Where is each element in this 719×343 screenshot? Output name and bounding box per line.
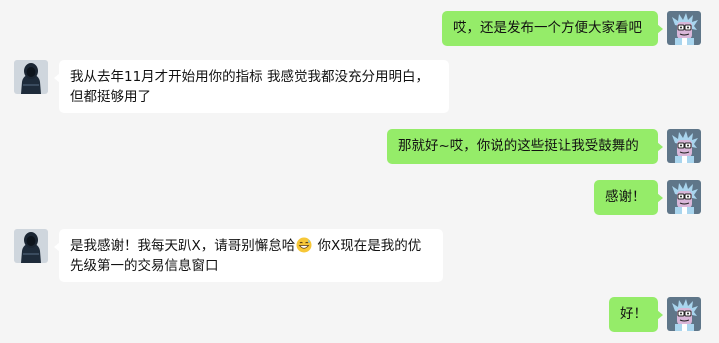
message-bubble-outgoing[interactable]: 好！ <box>609 297 663 332</box>
rick-cartoon-avatar-icon <box>667 11 701 45</box>
rick-cartoon-avatar-icon <box>667 297 701 331</box>
contact-avatar[interactable] <box>14 229 48 263</box>
hooded-figure-avatar-icon <box>14 60 48 94</box>
contact-avatar[interactable] <box>14 60 48 94</box>
message-text: 那就好~哎，你说的这些挺让我受鼓舞的 <box>398 138 639 154</box>
message-text-line: 先级第一的交易信息窗口 <box>70 258 219 274</box>
message-text-line: 我从去年11月才开始用你的指标 我感觉我都没充分用明白， <box>70 69 429 85</box>
grinning-sweat-emoji-icon <box>296 237 312 253</box>
message-text-segment: 你X现在是我的优 <box>313 238 422 254</box>
message-text-line: 但都挺够用了 <box>70 89 151 105</box>
my-avatar[interactable] <box>667 180 701 214</box>
rick-cartoon-avatar-icon <box>667 129 701 163</box>
message-text: 感谢！ <box>605 189 646 205</box>
message-text: 哎，还是发布一个方便大家看吧 <box>453 20 642 36</box>
my-avatar[interactable] <box>667 11 701 45</box>
message-text-line: 是我感谢！我每天趴X，请哥别懈怠哈 你X现在是我的优 <box>70 236 432 256</box>
message-bubble-incoming[interactable]: 我从去年11月才开始用你的指标 我感觉我都没充分用明白， 但都挺够用了 <box>54 60 449 113</box>
message-bubble-outgoing[interactable]: 感谢！ <box>594 180 663 215</box>
message-text-segment: 是我感谢！我每天趴X，请哥别懈怠哈 <box>70 238 296 254</box>
message-bubble-incoming[interactable]: 是我感谢！我每天趴X，请哥别懈怠哈 你X现在是我的优 先级第一的交易信息窗口 <box>54 229 443 282</box>
my-avatar[interactable] <box>667 297 701 331</box>
hooded-figure-avatar-icon <box>14 229 48 263</box>
rick-cartoon-avatar-icon <box>667 180 701 214</box>
message-bubble-outgoing[interactable]: 那就好~哎，你说的这些挺让我受鼓舞的 <box>387 129 663 164</box>
message-text: 好！ <box>620 306 647 322</box>
message-bubble-outgoing[interactable]: 哎，还是发布一个方便大家看吧 <box>442 11 663 46</box>
my-avatar[interactable] <box>667 129 701 163</box>
